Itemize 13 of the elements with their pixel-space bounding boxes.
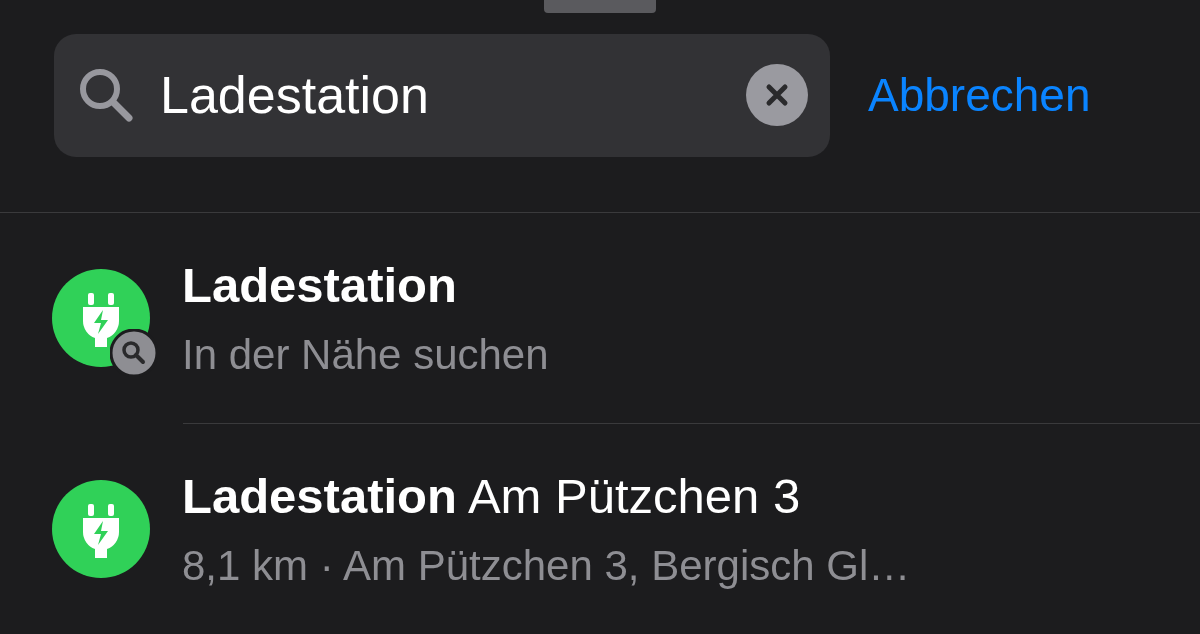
charger-icon [52, 479, 150, 578]
cancel-button[interactable]: Abbrechen [868, 68, 1091, 123]
result-subtitle: In der Nähe suchen [182, 330, 549, 379]
result-title: Ladestation Am Pützchen 3 [182, 467, 802, 524]
result-title: Ladestation [182, 256, 458, 313]
result-row[interactable]: Ladestation Am Pützchen 3 8,1 km · Am Pützchen 3, Bergisch Gl… [0, 423, 1200, 634]
result-row[interactable]: Ladestation In der Nähe suchen [0, 212, 1200, 423]
result-subtitle: 8,1 km · Am Pützchen 3, Bergisch Gl… [182, 541, 911, 590]
x-icon [765, 83, 789, 108]
search-badge-icon [110, 328, 158, 377]
search-icon [78, 67, 134, 124]
search-field[interactable]: Ladestation [160, 65, 720, 126]
search-bar[interactable]: Ladestation [54, 33, 830, 157]
